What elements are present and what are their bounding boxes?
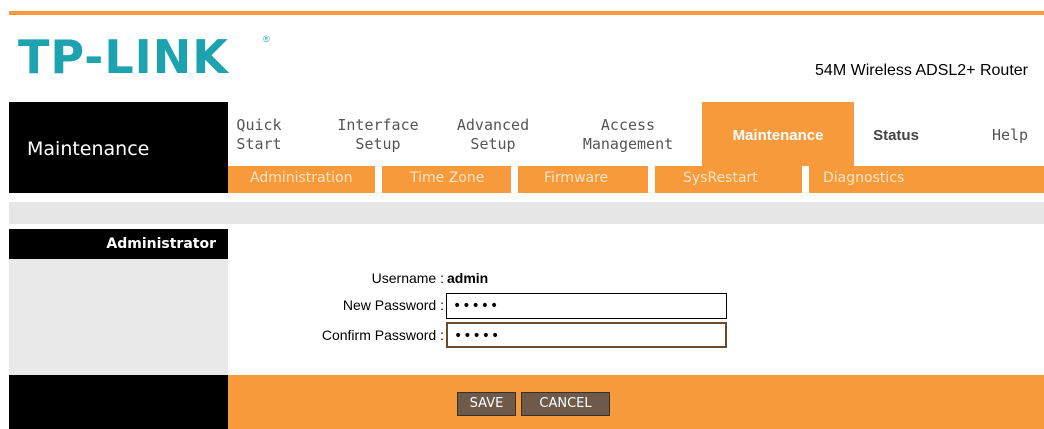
subnav-left-spacer bbox=[9, 166, 228, 193]
nav-access-management[interactable]: Access Management bbox=[563, 102, 693, 166]
subnav-separator bbox=[511, 166, 518, 193]
subnav-sysrestart[interactable]: SysRestart bbox=[683, 170, 758, 186]
footer-left bbox=[9, 375, 228, 429]
subnav-administration[interactable]: Administration bbox=[250, 170, 352, 186]
nav-status[interactable]: Status bbox=[858, 102, 934, 166]
subnav-diagnostics[interactable]: Diagnostics bbox=[823, 170, 904, 186]
nav-label: Quick bbox=[236, 116, 282, 134]
nav-label: Access bbox=[600, 116, 656, 134]
nav-help[interactable]: Help bbox=[976, 102, 1044, 166]
cancel-button[interactable]: CANCEL bbox=[521, 392, 610, 416]
nav-label: Start bbox=[236, 135, 282, 153]
username-label: Username : bbox=[371, 270, 444, 286]
router-model: 54M Wireless ADSL2+ Router bbox=[815, 62, 1028, 79]
section-title: Maintenance bbox=[27, 138, 150, 160]
sub-nav: Administration Time Zone Firmware SysRes… bbox=[228, 166, 1044, 193]
save-button[interactable]: SAVE bbox=[457, 392, 516, 416]
panel-heading: Administrator bbox=[9, 229, 228, 259]
nav-label: Status bbox=[873, 126, 919, 144]
nav-label: Setup bbox=[355, 135, 401, 153]
subnav-separator bbox=[375, 166, 382, 193]
nav-advanced-setup[interactable]: Advanced Setup bbox=[438, 102, 548, 166]
subnav-separator bbox=[802, 166, 809, 193]
panel-side bbox=[9, 259, 228, 375]
footer-bar bbox=[228, 375, 1044, 429]
subnav-time-zone[interactable]: Time Zone bbox=[410, 170, 484, 186]
confirm-password-label: Confirm Password : bbox=[321, 327, 444, 343]
header-top-line bbox=[9, 11, 1044, 15]
nav-label: Maintenance bbox=[732, 126, 824, 144]
nav-label: Help bbox=[991, 125, 1029, 144]
nav-maintenance[interactable]: Maintenance bbox=[702, 102, 854, 166]
subnav-separator bbox=[648, 166, 655, 193]
main-nav: Quick Start Interface Setup Advanced Setup … bbox=[228, 102, 1044, 166]
nav-label: Advanced bbox=[456, 116, 530, 134]
panel-heading-label: Administrator bbox=[106, 236, 216, 252]
new-password-field[interactable]: ••••• bbox=[446, 293, 727, 319]
nav-label: Management bbox=[582, 135, 674, 153]
registered-mark: ® bbox=[263, 34, 270, 44]
subnav-firmware[interactable]: Firmware bbox=[544, 170, 608, 186]
nav-quick-start[interactable]: Quick Start bbox=[228, 102, 290, 166]
nav-label: Setup bbox=[470, 135, 516, 153]
new-password-label: New Password : bbox=[342, 297, 444, 313]
nav-label: Interface bbox=[337, 116, 419, 134]
username-value: admin bbox=[447, 270, 489, 286]
nav-interface-setup[interactable]: Interface Setup bbox=[328, 102, 428, 166]
tp-link-logo: TP-LINK bbox=[18, 30, 229, 84]
spacer-bar bbox=[9, 202, 1044, 224]
confirm-password-field[interactable]: ••••• bbox=[446, 322, 727, 348]
